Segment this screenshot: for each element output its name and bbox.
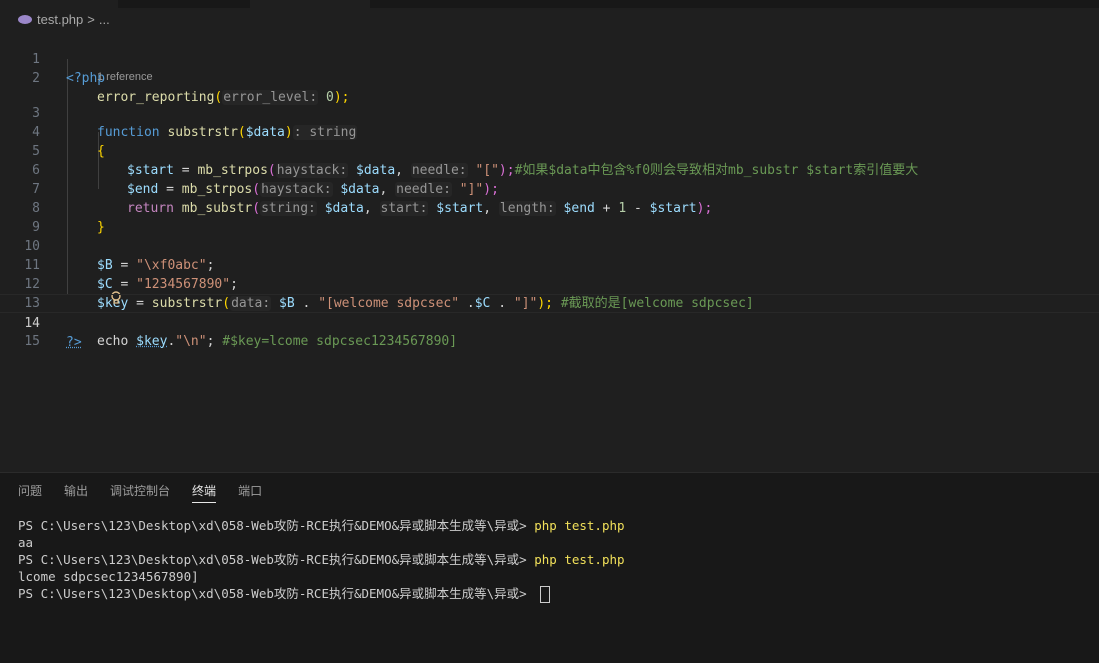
terminal-line: PS C:\Users\123\Desktop\xd\058-Web攻防-RCE… — [18, 551, 625, 568]
code-line[interactable]: 9 — [0, 199, 1099, 235]
php-close-tag: ?> — [66, 335, 82, 350]
terminal-command: php test.php — [534, 552, 625, 567]
terminal-line: aa — [18, 535, 34, 550]
terminal-line[interactable]: PS C:\Users\123\Desktop\xd\058-Web攻防-RCE… — [18, 585, 625, 603]
code-line[interactable]: 15 — [0, 313, 1099, 349]
terminal-command: php test.php — [534, 518, 625, 533]
lightbulb-icon[interactable] — [67, 277, 122, 304]
code-line[interactable]: 12 $key = substrstr(data: $B . "[welcome… — [0, 256, 1099, 311]
php-elephant-icon — [18, 14, 32, 24]
code-line[interactable]: 6 $end = mb_strpos(haystack: $data, need… — [0, 142, 1099, 197]
terminal-line: PS C:\Users\123\Desktop\xd\058-Web攻防-RCE… — [18, 517, 625, 534]
tab-output[interactable]: 输出 — [64, 473, 88, 509]
tab-slot[interactable] — [250, 0, 370, 8]
code-line[interactable]: 4 { — [0, 104, 1099, 159]
code-line[interactable]: 13 echo $key."\n"; #$key=lcome sdpcsec12… — [0, 275, 1099, 349]
token-string: "\n" — [175, 334, 207, 349]
code-line[interactable]: 8 } — [0, 180, 1099, 235]
bottom-panel: 问题 输出 调试控制台 终端 端口 PS C:\Users\123\Deskto… — [0, 472, 1099, 663]
terminal-cursor — [540, 586, 551, 603]
tab-debug-console[interactable]: 调试控制台 — [110, 473, 170, 509]
panel-tabs: 问题 输出 调试控制台 终端 端口 — [0, 473, 266, 509]
token-punct: ; — [206, 334, 215, 349]
token-comment: #$key=lcome sdpcsec1234567890] — [222, 334, 458, 349]
terminal-prompt: PS C:\Users\123\Desktop\xd\058-Web攻防-RCE… — [18, 586, 535, 601]
line-number: 15 — [24, 334, 40, 349]
code-line[interactable]: 10 $B = "\xf0abc"; — [0, 218, 1099, 273]
code-line[interactable]: 7 return mb_substr(string: $data, start:… — [0, 161, 1099, 216]
codelens-references[interactable]: 1 reference — [97, 69, 153, 86]
tab-problems[interactable]: 问题 — [18, 473, 42, 509]
terminal-prompt: PS C:\Users\123\Desktop\xd\058-Web攻防-RCE… — [18, 552, 535, 567]
code-line-current[interactable]: 14 ?> — [0, 294, 1099, 350]
token-variable: $key — [136, 334, 168, 349]
terminal-output[interactable]: PS C:\Users\123\Desktop\xd\058-Web攻防-RCE… — [18, 517, 625, 603]
breadcrumb-more[interactable]: ... — [99, 12, 110, 27]
tab-strip — [0, 0, 1099, 8]
token-keyword: echo — [97, 334, 129, 349]
code-line[interactable]: 5 $start = mb_strpos(haystack: $data, ne… — [0, 123, 1099, 178]
tab-ports[interactable]: 端口 — [238, 473, 262, 509]
code-editor[interactable]: 1 <?php 2 error_reporting(error_level: 0… — [0, 30, 1099, 350]
code-line[interactable]: 3 function substrstr($data): string — [0, 85, 1099, 140]
code-line[interactable]: 2 error_reporting(error_level: 0); — [0, 50, 1099, 105]
tab-terminal[interactable]: 终端 — [192, 473, 217, 509]
chevron-right-icon: > — [87, 11, 95, 27]
code-line[interactable]: 1 <?php — [0, 31, 1099, 86]
terminal-line: lcome sdpcsec1234567890] — [18, 569, 199, 584]
code-line[interactable]: 11 $C = "1234567890"; — [0, 237, 1099, 292]
tab-slot[interactable] — [0, 0, 118, 8]
terminal-prompt: PS C:\Users\123\Desktop\xd\058-Web攻防-RCE… — [18, 518, 535, 533]
breadcrumb: test.php > ... — [0, 8, 1099, 30]
breadcrumb-file[interactable]: test.php — [37, 12, 83, 27]
